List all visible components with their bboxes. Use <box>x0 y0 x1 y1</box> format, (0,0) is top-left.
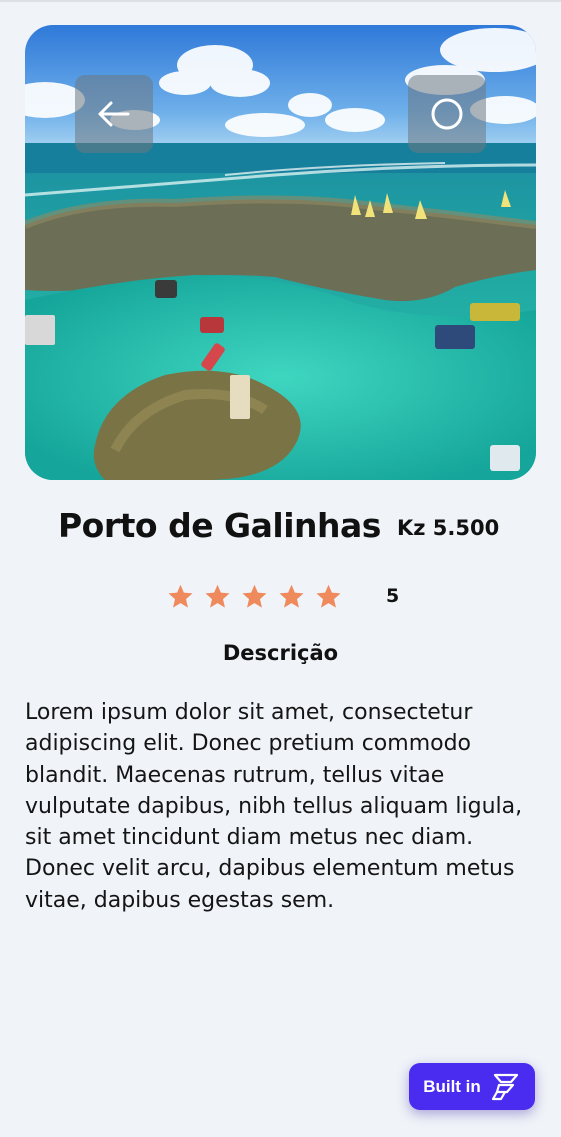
top-divider <box>0 0 561 2</box>
built-in-badge[interactable]: Built in <box>409 1063 535 1110</box>
star-icon <box>242 584 267 608</box>
back-button[interactable] <box>75 75 153 153</box>
destination-hero-image <box>25 25 536 480</box>
description-text: Lorem ipsum dolor sit amet, consectetur … <box>25 700 523 913</box>
circle-icon <box>431 98 463 130</box>
rating-stars <box>166 583 343 611</box>
flutterflow-logo-icon <box>491 1073 518 1100</box>
star-icon <box>279 584 304 608</box>
destination-price: Kz 5.500 <box>397 516 500 540</box>
arrow-left-icon <box>98 101 130 127</box>
built-in-label: Built in <box>423 1076 481 1096</box>
action-button[interactable] <box>408 75 486 153</box>
star-icon <box>205 584 230 608</box>
rating-value: 5 <box>386 585 400 607</box>
destination-title: Porto de Galinhas <box>58 506 381 545</box>
star-icon <box>168 584 193 608</box>
description-heading: Descrição <box>222 641 339 665</box>
star-icon <box>316 584 341 608</box>
